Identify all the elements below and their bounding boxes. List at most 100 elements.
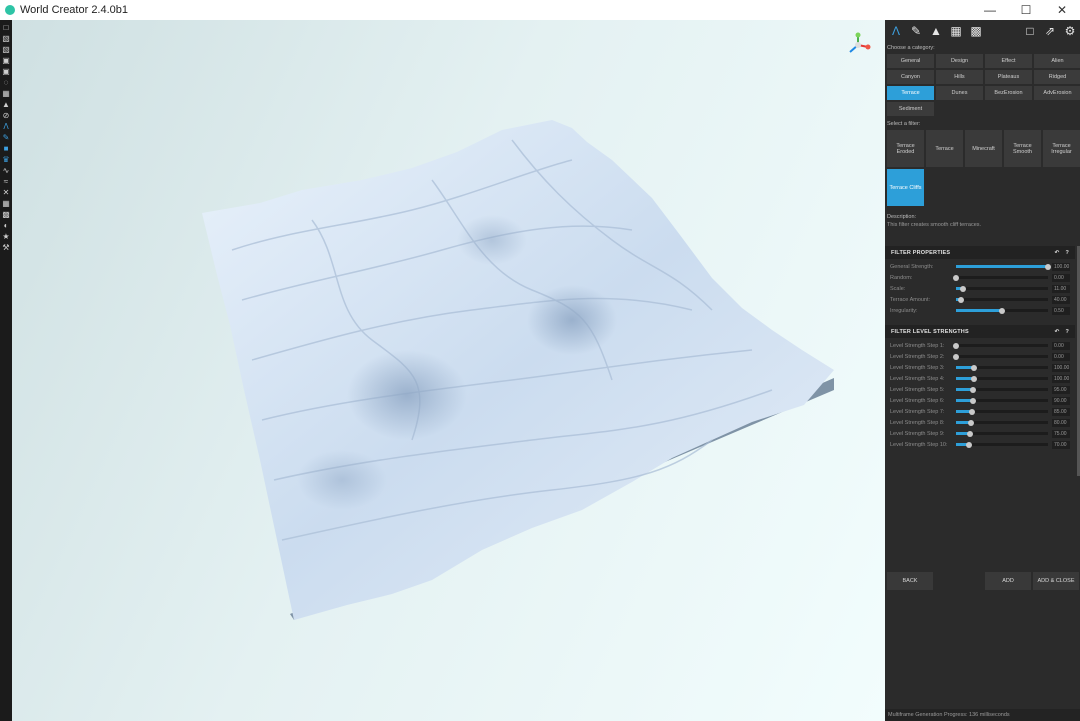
- transform-tool-icon[interactable]: ✕: [2, 188, 11, 197]
- property-slider[interactable]: [956, 386, 1048, 393]
- slider-knob[interactable]: [957, 296, 964, 303]
- property-value-field[interactable]: 100.00: [1052, 363, 1070, 372]
- path-tool-icon[interactable]: ∿: [2, 166, 11, 175]
- help-icon[interactable]: ?: [1065, 250, 1069, 256]
- terrain-viewport[interactable]: [12, 20, 885, 721]
- new-file-icon[interactable]: □: [2, 23, 11, 32]
- add-close-button[interactable]: ADD & CLOSE: [1033, 572, 1079, 590]
- slider-knob[interactable]: [953, 342, 959, 349]
- cube-tab-icon[interactable]: □: [1023, 24, 1037, 38]
- forest-tab-icon[interactable]: ▲: [929, 24, 943, 38]
- category-button-hills[interactable]: Hills: [936, 70, 983, 84]
- save-icon[interactable]: ▣: [2, 56, 11, 65]
- category-button-general[interactable]: General: [887, 54, 934, 68]
- property-value-field[interactable]: 70.00: [1052, 440, 1070, 449]
- property-value-field[interactable]: 85.00: [1052, 407, 1070, 416]
- category-button-ridged[interactable]: Ridged: [1034, 70, 1080, 84]
- back-button[interactable]: BACK: [887, 572, 933, 590]
- slider-knob[interactable]: [960, 285, 967, 292]
- brush-tool-icon[interactable]: ✎: [2, 133, 11, 142]
- property-slider[interactable]: [956, 263, 1051, 270]
- property-value-field[interactable]: 100.00: [1052, 374, 1070, 383]
- image-tool-icon[interactable]: ▩: [2, 210, 11, 219]
- property-value-field[interactable]: 40.00: [1052, 295, 1070, 304]
- block-icon[interactable]: ⊘: [2, 111, 11, 120]
- color-tool-icon[interactable]: ◐: [2, 221, 11, 230]
- category-button-bezerosion[interactable]: BezErosion: [985, 86, 1032, 100]
- property-slider[interactable]: [956, 441, 1048, 448]
- property-slider[interactable]: [956, 430, 1048, 437]
- layers-tab-icon[interactable]: ▩: [969, 24, 983, 38]
- property-value-field[interactable]: 0.00: [1052, 341, 1070, 350]
- property-slider[interactable]: [956, 285, 1048, 292]
- orientation-gizmo-icon[interactable]: [845, 32, 871, 58]
- slider-knob[interactable]: [969, 397, 976, 404]
- gear-icon[interactable]: ⚙: [1063, 24, 1077, 38]
- property-slider[interactable]: [956, 296, 1048, 303]
- property-slider[interactable]: [956, 397, 1048, 404]
- reset-icon[interactable]: ↶: [1055, 329, 1060, 335]
- slider-knob[interactable]: [999, 307, 1005, 314]
- category-button-adverosion[interactable]: AdvErosion: [1034, 86, 1080, 100]
- map-tab-icon[interactable]: ▦: [949, 24, 963, 38]
- crown-tool-icon[interactable]: ♛: [2, 155, 11, 164]
- save-as-icon[interactable]: ▣: [2, 67, 11, 76]
- slider-knob[interactable]: [965, 441, 972, 448]
- help-icon[interactable]: ?: [1065, 329, 1069, 335]
- category-button-terrace[interactable]: Terrace: [887, 86, 934, 100]
- property-value-field[interactable]: 0.50: [1052, 306, 1070, 315]
- terrain-tab-icon[interactable]: Λ: [889, 24, 903, 38]
- open-recent-icon[interactable]: ▧: [2, 45, 11, 54]
- slider-knob[interactable]: [966, 430, 973, 437]
- property-value-field[interactable]: 80.00: [1052, 418, 1070, 427]
- category-button-sediment[interactable]: Sediment: [887, 102, 934, 116]
- globe-icon[interactable]: ◌: [2, 78, 11, 87]
- property-value-field[interactable]: 95.00: [1052, 385, 1070, 394]
- slider-knob[interactable]: [968, 408, 975, 415]
- reset-icon[interactable]: ↶: [1055, 250, 1060, 256]
- open-folder-icon[interactable]: ▧: [2, 34, 11, 43]
- category-button-design[interactable]: Design: [936, 54, 983, 68]
- property-slider[interactable]: [953, 353, 1048, 360]
- property-slider[interactable]: [956, 375, 1048, 382]
- slider-knob[interactable]: [953, 274, 959, 281]
- property-slider[interactable]: [953, 274, 1048, 281]
- slider-knob[interactable]: [970, 386, 977, 393]
- filter-button-terrace-cliffs[interactable]: Terrace Cliffs: [887, 169, 924, 206]
- gamepad-icon[interactable]: ▲: [2, 100, 11, 109]
- property-value-field[interactable]: 90.00: [1052, 396, 1070, 405]
- property-slider[interactable]: [953, 342, 1048, 349]
- filter-button-terrace-irregular[interactable]: Terrace Irregular: [1043, 130, 1080, 167]
- category-button-effect[interactable]: Effect: [985, 54, 1032, 68]
- minimize-icon[interactable]: —: [972, 0, 1008, 20]
- slider-knob[interactable]: [967, 419, 974, 426]
- category-button-canyon[interactable]: Canyon: [887, 70, 934, 84]
- category-button-dunes[interactable]: Dunes: [936, 86, 983, 100]
- maximize-icon[interactable]: ☐: [1008, 0, 1044, 20]
- map-icon[interactable]: ▦: [2, 89, 11, 98]
- river-tool-icon[interactable]: ≈: [2, 177, 11, 186]
- export-tab-icon[interactable]: ⇗: [1043, 24, 1057, 38]
- filter-button-terrace-eroded[interactable]: Terrace Eroded: [887, 130, 924, 167]
- slider-knob[interactable]: [971, 375, 978, 382]
- property-value-field[interactable]: 100.00: [1052, 262, 1070, 271]
- property-slider[interactable]: [956, 307, 1048, 314]
- filter-button-minecraft[interactable]: Minecraft: [965, 130, 1002, 167]
- property-value-field[interactable]: 0.00: [1052, 273, 1070, 282]
- add-button[interactable]: ADD: [985, 572, 1031, 590]
- slider-knob[interactable]: [1045, 263, 1051, 270]
- close-icon[interactable]: ✕: [1044, 0, 1080, 20]
- property-value-field[interactable]: 11.00: [1052, 284, 1070, 293]
- property-value-field[interactable]: 75.00: [1052, 429, 1070, 438]
- terrain-tool-icon[interactable]: Λ: [2, 122, 11, 131]
- stamp-tool-icon[interactable]: ■: [2, 144, 11, 153]
- brush-tab-icon[interactable]: ✎: [909, 24, 923, 38]
- grid-tool-icon[interactable]: ▦: [2, 199, 11, 208]
- category-button-plateaus[interactable]: Plateaus: [985, 70, 1032, 84]
- property-slider[interactable]: [956, 419, 1048, 426]
- property-slider[interactable]: [956, 408, 1048, 415]
- slider-knob[interactable]: [971, 364, 978, 371]
- category-button-alien[interactable]: Alien: [1034, 54, 1080, 68]
- star-tool-icon[interactable]: ★: [2, 232, 11, 241]
- wrench-tool-icon[interactable]: ⚒: [2, 243, 11, 252]
